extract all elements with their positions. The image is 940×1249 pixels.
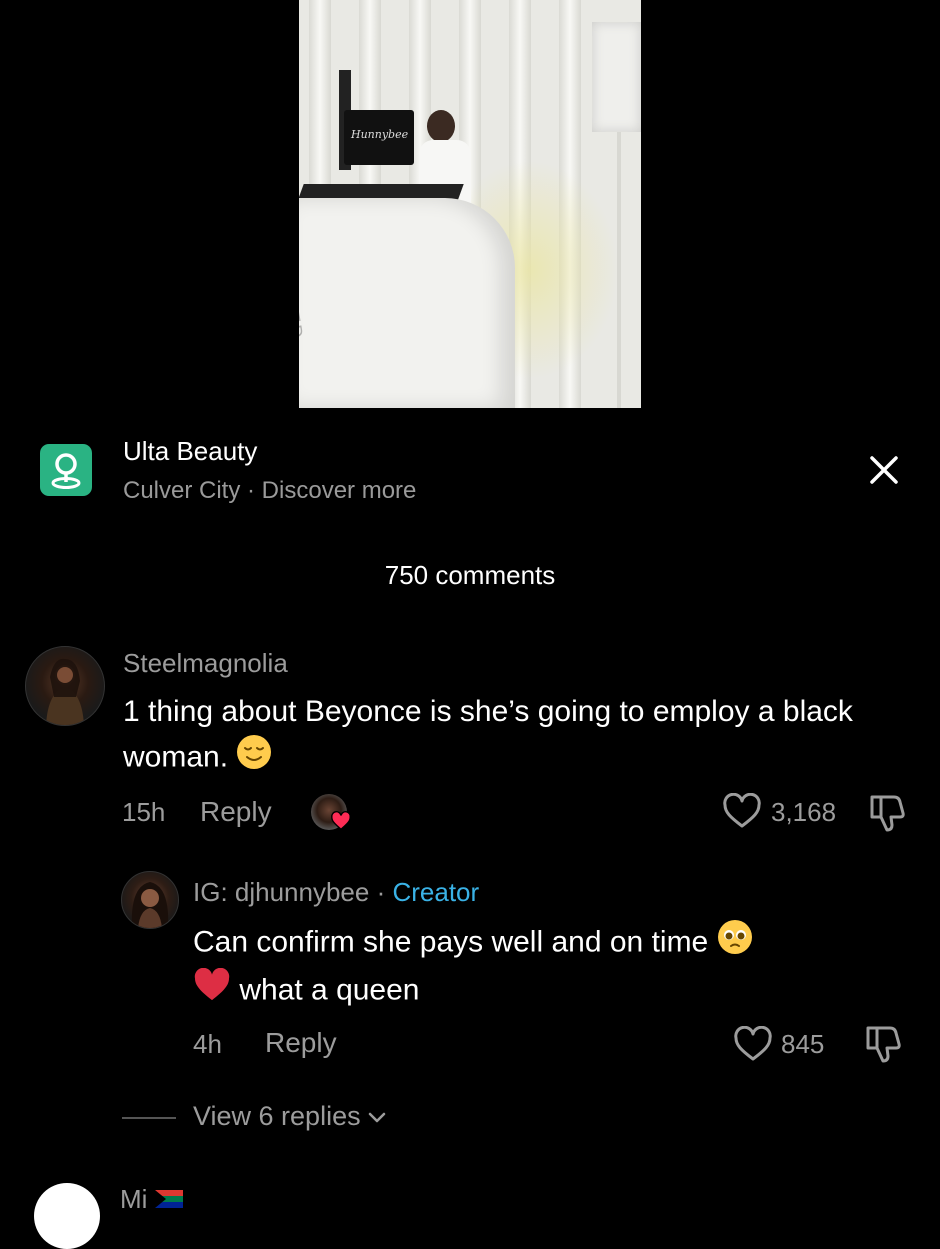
view-replies-label[interactable]: View 6 replies — [193, 1101, 361, 1131]
comment-body-line2: what a queen — [239, 973, 420, 1007]
comments-count: 750 comments — [384, 560, 556, 590]
location-subtitle[interactable]: Culver City · Discover more — [123, 477, 416, 505]
close-icon[interactable] — [864, 450, 904, 490]
avatar[interactable] — [25, 646, 105, 726]
avatar[interactable] — [34, 1183, 100, 1249]
comment-time: 4h — [193, 1029, 222, 1059]
dislike-icon[interactable] — [862, 1024, 904, 1064]
comment-username[interactable]: Steelmagnolia — [123, 648, 288, 679]
reply-button[interactable]: Reply — [200, 796, 272, 828]
video-thumbnail[interactable]: Hunnybee CRED — [299, 0, 641, 408]
heart-outline-icon[interactable] — [733, 1025, 773, 1062]
comment-body: 1 thing about Beyonce is she’s going to … — [123, 695, 853, 774]
comment-username[interactable]: IG: djhunnybee · Creator — [193, 877, 479, 908]
heart-badge-icon — [330, 810, 352, 832]
username-separator: · — [369, 877, 393, 907]
location-title[interactable]: Ulta Beauty — [123, 436, 257, 467]
pleading-face-icon — [717, 919, 753, 968]
relieved-face-icon — [236, 734, 272, 783]
comment-body-line1: Can confirm she pays well and on time — [193, 925, 709, 959]
view-replies-button[interactable]: View 6 replies — [193, 1101, 386, 1132]
divider — [122, 1117, 176, 1119]
dislike-icon[interactable] — [866, 793, 908, 833]
reply-username[interactable]: IG: djhunnybee — [193, 877, 369, 907]
next-username[interactable]: Mi — [120, 1184, 147, 1214]
location-pin-icon[interactable] — [40, 444, 92, 496]
comment-time: 15h — [122, 797, 166, 827]
red-heart-icon — [193, 967, 231, 1015]
creator-badge: Creator — [392, 877, 480, 907]
avatar[interactable] — [121, 871, 179, 929]
flag-icon — [154, 1184, 183, 1214]
reply-button[interactable]: Reply — [265, 1027, 337, 1059]
video-sign-text: Hunnybee — [351, 128, 409, 141]
like-count: 3,168 — [771, 797, 837, 827]
like-count: 845 — [781, 1029, 825, 1059]
chevron-down-icon — [368, 1101, 386, 1131]
comment-text: 1 thing about Beyonce is she’s going to … — [123, 690, 903, 783]
comment-text: Can confirm she pays well and on time wh… — [193, 919, 893, 1015]
heart-outline-icon[interactable] — [722, 792, 762, 829]
